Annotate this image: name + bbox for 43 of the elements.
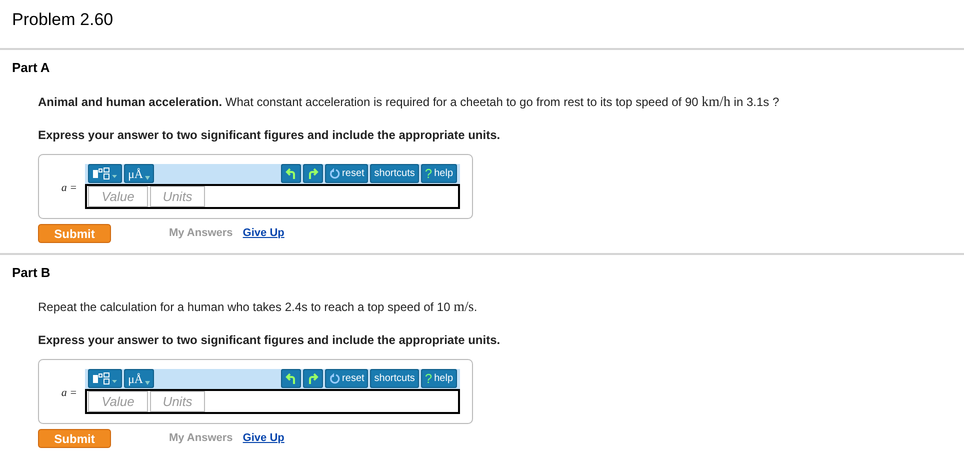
redo-button[interactable] <box>303 164 324 183</box>
redo-arrow-icon <box>307 372 320 384</box>
caret-icon <box>145 380 150 384</box>
redo-button[interactable] <box>303 369 324 388</box>
reset-icon <box>329 168 340 179</box>
variable-label: a = <box>60 180 78 196</box>
template-button[interactable] <box>88 369 122 388</box>
value-field[interactable]: Value <box>88 186 148 206</box>
submit-button[interactable]: Submit <box>38 428 111 448</box>
reset-icon <box>329 373 340 384</box>
shortcuts-button[interactable]: shortcuts <box>370 369 419 388</box>
template-icon <box>92 167 118 180</box>
give-up-link[interactable]: Give Up <box>242 430 284 446</box>
undo-arrow-icon <box>285 372 298 384</box>
instruction-text: Express your answer to two significant figures and include the appropriate units. <box>38 332 502 348</box>
reset-button[interactable]: reset <box>325 369 368 388</box>
undo-button[interactable] <box>281 164 302 183</box>
part-label: Part B <box>11 264 52 282</box>
value-field[interactable]: Value <box>88 390 148 412</box>
my-answers-label: My Answers <box>169 226 233 241</box>
question-text: Animal and human acceleration. What constant acceleration is required for a cheetah to go from rest to its top speed of 90 km/h in 3.1s ? <box>38 94 780 112</box>
part-label: Part A <box>11 59 51 77</box>
shortcuts-button[interactable]: shortcuts <box>370 164 419 183</box>
my-answers-label: My Answers <box>169 430 233 446</box>
help-button[interactable]: ?help <box>420 369 457 388</box>
give-up-link[interactable]: Give Up <box>242 224 284 242</box>
instruction-text: Express your answer to two significant figures and include the appropriate units. <box>38 126 502 144</box>
page-title: Problem 2.60 <box>11 9 114 31</box>
template-button[interactable] <box>88 164 122 183</box>
template-icon <box>92 372 118 385</box>
units-field[interactable]: Units <box>150 186 205 206</box>
undo-arrow-icon <box>285 168 298 180</box>
redo-arrow-icon <box>307 168 320 180</box>
undo-button[interactable] <box>281 369 302 388</box>
question-text: Repeat the calculation for a human who takes 2.4s to reach a top speed of 10 m/s. <box>38 298 478 316</box>
help-button[interactable]: ?help <box>420 164 457 183</box>
variable-label: a = <box>60 386 78 401</box>
submit-button[interactable]: Submit <box>38 224 111 242</box>
units-menu-button[interactable]: μÅ <box>124 164 154 183</box>
units-field[interactable]: Units <box>150 390 205 412</box>
caret-icon <box>145 176 150 180</box>
units-menu-button[interactable]: μÅ <box>124 369 154 388</box>
reset-button[interactable]: reset <box>325 164 368 183</box>
